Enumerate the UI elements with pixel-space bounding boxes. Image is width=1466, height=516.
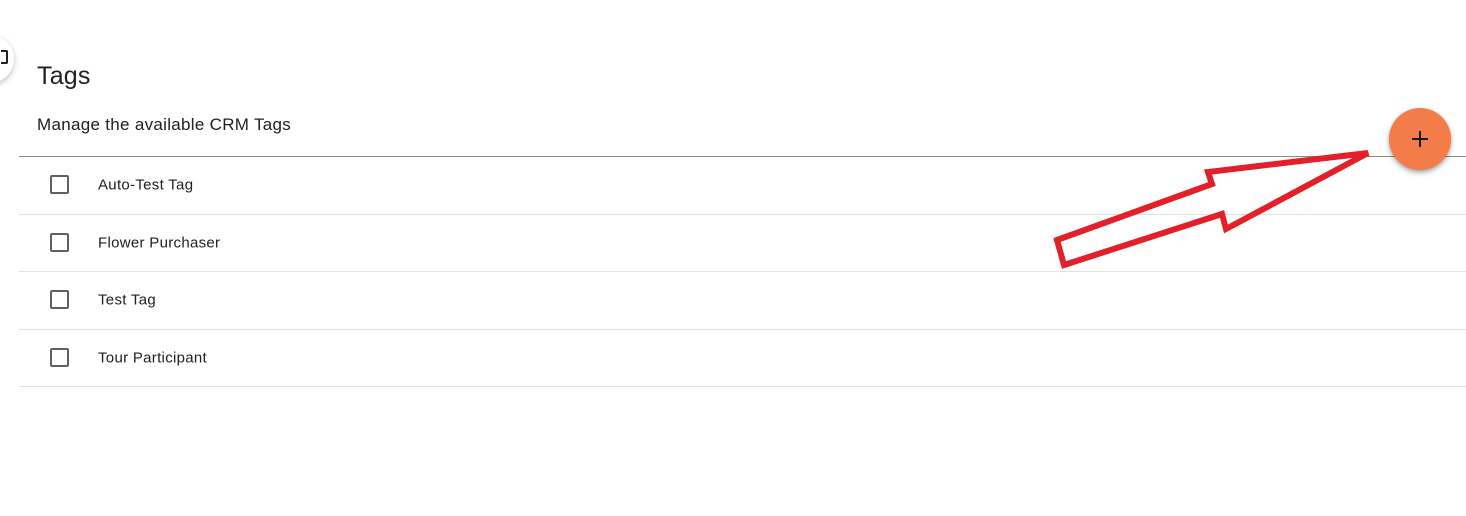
tag-label: Auto-Test Tag (98, 176, 194, 194)
page-title: Tags (37, 62, 91, 90)
tag-row[interactable]: Test Tag (19, 272, 1466, 330)
tag-checkbox[interactable] (50, 175, 69, 195)
tag-list: Auto-Test Tag Flower Purchaser Test Tag … (19, 157, 1466, 387)
tag-checkbox[interactable] (50, 290, 69, 310)
menu-icon (1, 50, 8, 64)
tag-row[interactable]: Tour Participant (19, 330, 1466, 387)
tag-row[interactable]: Flower Purchaser (19, 215, 1466, 272)
tags-page: Tags Manage the available CRM Tags Auto-… (0, 0, 1466, 516)
tag-checkbox[interactable] (50, 232, 69, 252)
tag-checkbox[interactable] (50, 347, 69, 367)
tag-label: Test Tag (98, 291, 156, 309)
page-subtitle: Manage the available CRM Tags (37, 115, 292, 134)
plus-icon (1411, 130, 1429, 148)
tag-label: Flower Purchaser (98, 234, 221, 252)
menu-toggle-button[interactable] (0, 35, 14, 83)
tag-row[interactable]: Auto-Test Tag (19, 157, 1466, 215)
tag-label: Tour Participant (98, 349, 208, 367)
